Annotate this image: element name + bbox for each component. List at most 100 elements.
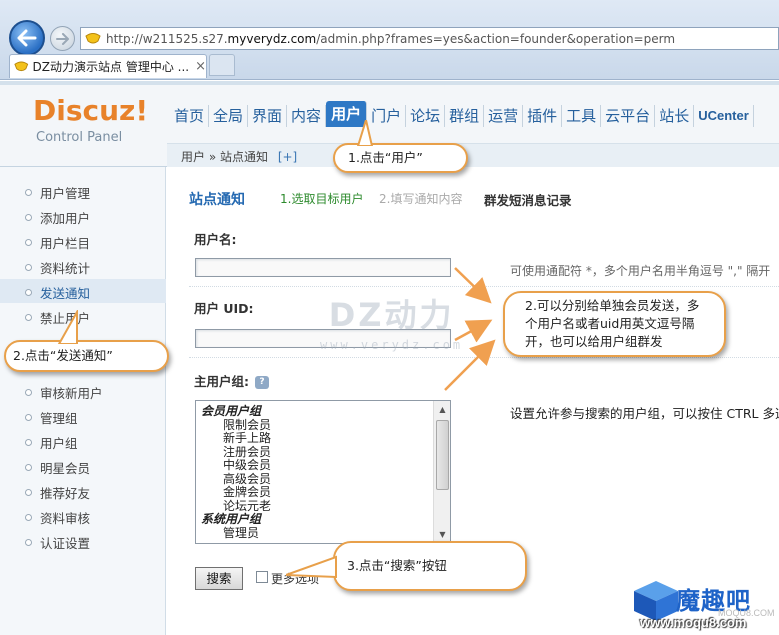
bullet-icon (25, 439, 32, 446)
nav-cloud[interactable]: 云平台 (601, 105, 656, 127)
address-url: http://w211525.s27.myverydz.com/admin.ph… (106, 31, 676, 46)
nav-webmaster[interactable]: 站长 (655, 105, 695, 127)
bullet-icon (25, 489, 32, 496)
nav-tools[interactable]: 工具 (562, 105, 602, 127)
user-group-listbox[interactable]: 会员用户组 限制会员 新手上路 注册会员 中级会员 高级会员 金牌会员 论坛元老 系统用户组 管理… (195, 400, 451, 544)
sidebar: 用户管理 添加用户 用户栏目 资料统计 发送通知 禁止用户 审核新用户 管理组 … (0, 167, 166, 635)
sidebar-item-profile-review[interactable]: 资料审核 (25, 508, 90, 527)
page-title: 站点通知 (189, 192, 245, 208)
add-shortcut-link[interactable]: [+] (278, 150, 297, 164)
logo-main-text: Discuz! (33, 94, 149, 127)
group-tip: 设置允许参与搜索的用户组，可以按住 CTRL 多选 (510, 406, 779, 421)
nav-plugins[interactable]: 插件 (523, 105, 563, 127)
bullet-icon (25, 314, 32, 321)
sidebar-item-recommend[interactable]: 推荐好友 (25, 483, 90, 502)
more-options-checkbox[interactable] (256, 571, 268, 583)
tab-title: DZ动力演示站点 管理中心 ... (32, 60, 190, 74)
listbox-option[interactable]: 论坛元老 (201, 499, 431, 514)
help-bubble-icon[interactable]: ? (255, 376, 269, 389)
bullet-icon (25, 389, 32, 396)
browser-tab[interactable]: DZ动力演示站点 管理中心 ... × (9, 54, 207, 78)
screenshot-root: http://w211525.s27.myverydz.com/admin.ph… (0, 0, 779, 635)
callout-send-tips: 2.可以分别给单独会员发送，多 个用户名或者uid用英文逗号隔 开，也可以给用户… (503, 291, 726, 357)
logo-sub-text: Control Panel (36, 130, 123, 145)
listbox-optgroup: 会员用户组 (201, 404, 262, 418)
forward-arrow-icon (55, 32, 69, 45)
nav-forum[interactable]: 论坛 (406, 105, 446, 127)
browser-chrome: http://w211525.s27.myverydz.com/admin.ph… (0, 0, 779, 80)
username-input[interactable] (195, 258, 451, 277)
callout-click-send-notice: 2.点击“发送通知” (4, 340, 169, 372)
scroll-up-icon[interactable]: ▲ (436, 403, 449, 416)
nav-ucenter[interactable]: UCenter (694, 105, 754, 127)
bullet-icon (25, 214, 32, 221)
back-arrow-icon (17, 29, 37, 47)
sidebar-item-user-columns[interactable]: 用户栏目 (25, 233, 90, 252)
nav-content[interactable]: 内容 (287, 105, 327, 127)
sidebar-item-star-members[interactable]: 明星会员 (25, 458, 90, 477)
step-fill-content: 2.填写通知内容 (379, 192, 463, 206)
breadcrumb-bar: 用户 » 站点通知 [+] (167, 143, 779, 167)
back-button[interactable] (9, 20, 45, 56)
moqu-domain: www.moqu8.com (640, 615, 747, 630)
top-navigation: 首页 全局 界面 内容 用户 门户 论坛 群组 运营 插件 工具 云平台 站长 … (170, 101, 754, 127)
scroll-down-icon[interactable]: ▼ (436, 528, 449, 541)
nav-interface[interactable]: 界面 (248, 105, 288, 127)
dz-watermark-sub: www.verydz.com (320, 338, 464, 352)
sidebar-item-user-manage[interactable]: 用户管理 (25, 183, 90, 202)
forward-button[interactable] (50, 26, 75, 51)
listbox-optgroup: 系统用户组 (201, 512, 262, 526)
listbox-option[interactable]: 注册会员 (201, 445, 431, 460)
nav-operation[interactable]: 运营 (484, 105, 524, 127)
breadcrumb: 用户 » 站点通知 [+] (181, 148, 297, 165)
group-label: 主用户组:? (194, 371, 269, 390)
callout-click-users: 1.点击“用户” (333, 143, 468, 173)
callout4-pointer (286, 555, 337, 579)
dz-watermark-main: DZ动力 (328, 296, 455, 334)
username-label: 用户名: (194, 232, 237, 247)
listbox-option[interactable]: 高级会员 (201, 472, 431, 487)
bullet-icon (25, 289, 32, 296)
bullet-icon (25, 539, 32, 546)
bullet-icon (25, 264, 32, 271)
sidebar-item-verify[interactable]: 认证设置 (25, 533, 90, 552)
sidebar-item-review-new[interactable]: 审核新用户 (25, 383, 103, 402)
site-favicon-icon (85, 32, 101, 43)
nav-group[interactable]: 群组 (445, 105, 485, 127)
callout2-pointer (57, 310, 78, 344)
listbox-option[interactable]: 管理员 (201, 526, 431, 541)
dz-watermark: DZ动力 www.verydz.com (320, 290, 463, 352)
nav-global[interactable]: 全局 (209, 105, 249, 127)
tab-favicon-icon (14, 61, 29, 71)
bullet-icon (25, 189, 32, 196)
discuz-logo[interactable]: Discuz! Control Panel (33, 94, 149, 146)
search-button[interactable]: 搜索 (195, 567, 243, 590)
uid-label: 用户 UID: (194, 301, 254, 316)
callout-click-search: 3.点击“搜索”按钮 (333, 541, 527, 591)
bullet-icon (25, 239, 32, 246)
tab-close-icon[interactable]: × (195, 59, 206, 74)
bullet-icon (25, 514, 32, 521)
new-tab-button[interactable] (209, 54, 235, 76)
nav-home[interactable]: 首页 (170, 105, 210, 127)
step-select-users[interactable]: 1.选取目标用户 (280, 190, 363, 207)
sidebar-item-send-notice[interactable]: 发送通知 (25, 283, 90, 302)
listbox-option[interactable]: 中级会员 (201, 458, 431, 473)
divider (189, 357, 779, 358)
sidebar-item-user-groups[interactable]: 用户组 (25, 433, 78, 452)
listbox-option[interactable]: 新手上路 (201, 431, 431, 446)
listbox-option[interactable]: 限制会员 (201, 418, 431, 433)
sms-log-link[interactable]: 群发短消息记录 (484, 190, 572, 209)
bullet-icon (25, 464, 32, 471)
scroll-thumb[interactable] (436, 420, 449, 490)
listbox-option[interactable]: 金牌会员 (201, 485, 431, 500)
sidebar-item-stats[interactable]: 资料统计 (25, 258, 90, 277)
divider (189, 286, 779, 287)
sidebar-item-admin-groups[interactable]: 管理组 (25, 408, 78, 427)
listbox-scrollbar[interactable]: ▲ ▼ (433, 401, 450, 543)
moqu-watermark: 魔趣吧 MOQU8.COM www.moqu8.com (630, 575, 779, 635)
sidebar-item-add-user[interactable]: 添加用户 (25, 208, 90, 227)
bullet-icon (25, 414, 32, 421)
address-bar[interactable]: http://w211525.s27.myverydz.com/admin.ph… (80, 27, 779, 50)
header-band (0, 81, 779, 85)
